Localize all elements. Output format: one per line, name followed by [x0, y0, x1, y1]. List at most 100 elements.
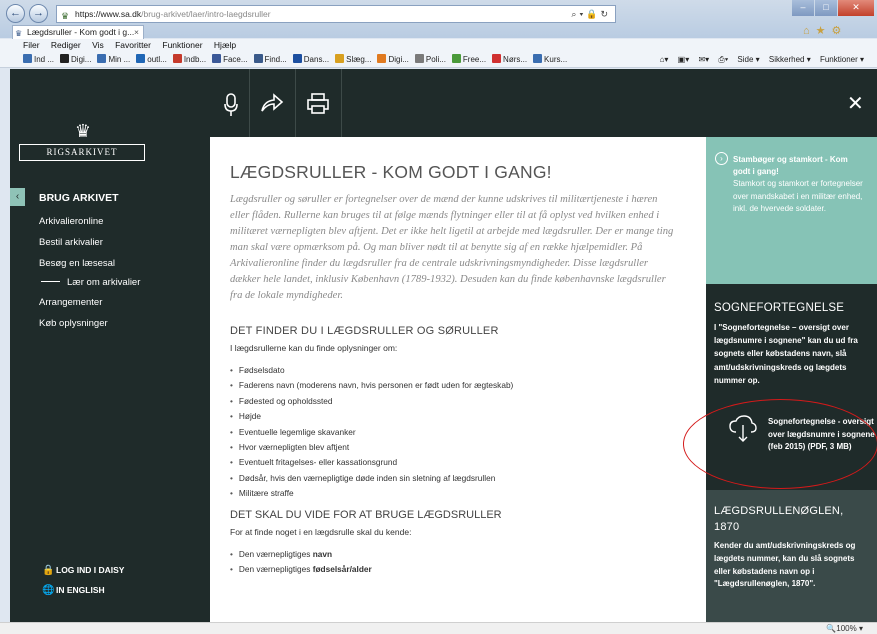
command-tools[interactable]: Funktioner ▾: [820, 55, 864, 64]
share-arrow-icon[interactable]: [254, 93, 290, 119]
bookmark-item[interactable]: Min ...: [97, 54, 130, 64]
bookmark-label: Indb...: [183, 55, 207, 64]
menu-item[interactable]: Filer: [23, 40, 40, 50]
address-bar[interactable]: ♛ https://www.sa.dk/brug-arkivet/laer/in…: [56, 5, 616, 23]
rigsarkivet-logo[interactable]: RIGSARKIVET: [19, 144, 145, 161]
english-label: IN ENGLISH: [56, 585, 105, 595]
zoom-level[interactable]: 100%: [836, 624, 856, 633]
bookmark-favicon-icon: [23, 54, 32, 63]
english-link[interactable]: 🌐 IN ENGLISH: [42, 585, 105, 596]
sidebar-item-besog-laesesal[interactable]: Besøg en læsesal: [39, 258, 115, 269]
maximize-button[interactable]: □: [815, 0, 837, 16]
section-heading: DET SKAL DU VIDE FOR AT BRUGE LÆGDSRULLE…: [230, 508, 502, 521]
back-arrow-icon[interactable]: ←: [6, 4, 25, 23]
list-item: Eventuelle legemlige skavanker: [230, 425, 676, 440]
print-icon[interactable]: ⎙▾: [718, 55, 728, 64]
bookmark-label: Face...: [223, 55, 248, 64]
bookmark-label: Ind ...: [34, 55, 55, 64]
bookmark-label: Digi...: [71, 55, 92, 64]
bookmark-item[interactable]: Ind ...: [23, 54, 55, 64]
bookmark-favicon-icon: [377, 54, 387, 63]
right-panel: › Stambøger og stamkort - Kom godt i gan…: [706, 137, 877, 622]
url-path: /brug-arkivet/laer/intro-laegdsruller: [141, 9, 271, 19]
forward-arrow-icon[interactable]: →: [29, 4, 48, 23]
feeds-icon[interactable]: ▣▾: [678, 55, 690, 64]
chevron-left-icon[interactable]: ‹: [10, 188, 25, 206]
bookmark-label: Nørs...: [503, 55, 528, 64]
bookmark-item[interactable]: Digi...: [377, 54, 409, 64]
bookmark-favicon-icon: [136, 54, 146, 63]
bookmark-item[interactable]: Digi...: [60, 54, 92, 64]
list-item-bold: navn: [312, 548, 333, 559]
minimize-button[interactable]: –: [792, 0, 814, 16]
list-item-bold: fødselsår/alder: [312, 563, 372, 574]
print-page-icon[interactable]: [300, 93, 336, 121]
bookmark-item[interactable]: Nørs...: [492, 54, 528, 64]
tab-close-icon[interactable]: ×: [134, 26, 139, 39]
command-security[interactable]: Sikkerhed ▾: [769, 55, 811, 64]
menu-item[interactable]: Favoritter: [115, 40, 151, 50]
favorites-bar: Ind ... Digi... Min ... outl... Indb... Face.…: [0, 52, 877, 68]
box-heading: LÆGDSRULLENØGLEN, 1870: [714, 505, 844, 533]
microphone-icon[interactable]: [213, 93, 249, 123]
menu-item[interactable]: Funktioner: [162, 40, 202, 50]
sidebar-item-kob-oplysninger[interactable]: Køb oplysninger: [39, 318, 108, 329]
bookmark-favicon-icon: [97, 54, 107, 63]
browser-tab[interactable]: ♛ Lægdsruller - Kom godt i g... ×: [12, 25, 144, 39]
related-link-box[interactable]: › Stambøger og stamkort - Kom godt i gan…: [706, 137, 877, 284]
menu-item[interactable]: Vis: [92, 40, 104, 50]
menu-bar: Filer Rediger Vis Favoritter Funktioner …: [0, 39, 877, 52]
toolbar-divider: [249, 69, 250, 137]
list-item: Fødselsdato: [230, 363, 676, 378]
list-item: Eventuelt fritagelses- eller kassationsg…: [230, 455, 676, 470]
bookmark-item[interactable]: Dans...: [292, 54, 329, 64]
intro-text: Lægdsruller og søruller er fortegnelser …: [230, 194, 674, 301]
bookmark-favicon-icon: [533, 54, 543, 63]
chevron-right-circle-icon: ›: [715, 152, 728, 165]
bookmark-item[interactable]: Indb...: [172, 54, 207, 64]
list-item: Militære straffe: [230, 486, 676, 501]
bookmark-favicon-icon: [172, 54, 182, 63]
laegdsrullenoeglen-box: LÆGDSRULLENØGLEN, 1870 Kender du amt/uds…: [706, 490, 877, 622]
bookmark-item[interactable]: outl...: [136, 54, 167, 64]
sidebar-item-bestil-arkivalier[interactable]: Bestil arkivalier: [39, 237, 103, 248]
list-item-prefix: Den værnepligtiges: [238, 563, 313, 574]
related-link-title[interactable]: Stambøger og stamkort - Kom godt i gang!: [733, 154, 867, 178]
crown-logo-icon[interactable]: ♛: [63, 121, 103, 142]
sidebar-item-arkivalieronline[interactable]: Arkivalieronline: [39, 216, 103, 227]
list-item: Dødsår, hvis den værnepligtige døde inde…: [230, 471, 676, 486]
bookmark-favicon-icon: [414, 54, 424, 63]
page-toolbar: ✕: [210, 69, 877, 137]
command-side[interactable]: Side ▾: [737, 55, 759, 64]
bookmark-label: Digi...: [388, 55, 409, 64]
bookmark-favicon-icon: [60, 54, 70, 63]
browser-titlebar: ← → ♛ https://www.sa.dk/brug-arkivet/lae…: [0, 0, 877, 39]
list-item: Faderens navn (moderens navn, hvis perso…: [230, 378, 676, 393]
page-title: LÆGDSRULLER - KOM GODT I GANG!: [230, 162, 552, 182]
sognefortegnelse-box: SOGNEFORTEGNELSE I "Sognefortegnelse – o…: [706, 284, 877, 490]
bookmark-item[interactable]: Find...: [253, 54, 287, 64]
close-icon[interactable]: ✕: [847, 91, 864, 116]
bookmark-item[interactable]: Kurs...: [533, 54, 567, 64]
search-lock-refresh-icon[interactable]: ⌕▾🔒↻: [571, 6, 611, 22]
list-item: Højde: [230, 409, 676, 424]
bookmark-item[interactable]: Slæg...: [335, 54, 371, 64]
bookmark-item[interactable]: Poli...: [414, 54, 446, 64]
mail-icon[interactable]: ✉▾: [698, 55, 709, 64]
bookmark-item[interactable]: Free...: [451, 54, 486, 64]
bookmark-label: Find...: [264, 55, 287, 64]
requirement-list: Den værnepligtiges navn Den værnepligtig…: [230, 547, 676, 578]
download-label[interactable]: Sognefortegnelse - oversigt over lægdsnu…: [768, 416, 877, 454]
sidebar-item-arrangementer[interactable]: Arrangementer: [39, 297, 102, 308]
home-star-gear-icon[interactable]: ⌂★⚙: [803, 24, 847, 37]
login-link[interactable]: 🔒 LOG IND I DAISY: [42, 565, 124, 576]
close-window-button[interactable]: ✕: [838, 0, 874, 16]
menu-item[interactable]: Rediger: [51, 40, 81, 50]
nav-heading[interactable]: BRUG ARKIVET: [39, 192, 119, 204]
home-icon[interactable]: ⌂▾: [660, 55, 669, 64]
bookmark-item[interactable]: Face...: [212, 54, 248, 64]
site-favicon-icon: ♛: [61, 11, 70, 21]
menu-item[interactable]: Hjælp: [214, 40, 236, 50]
sidebar-item-laer-om-arkivalier[interactable]: Lær om arkivalier: [41, 277, 140, 288]
list-item: Hvor værnepligten blev aftjent: [230, 440, 676, 455]
